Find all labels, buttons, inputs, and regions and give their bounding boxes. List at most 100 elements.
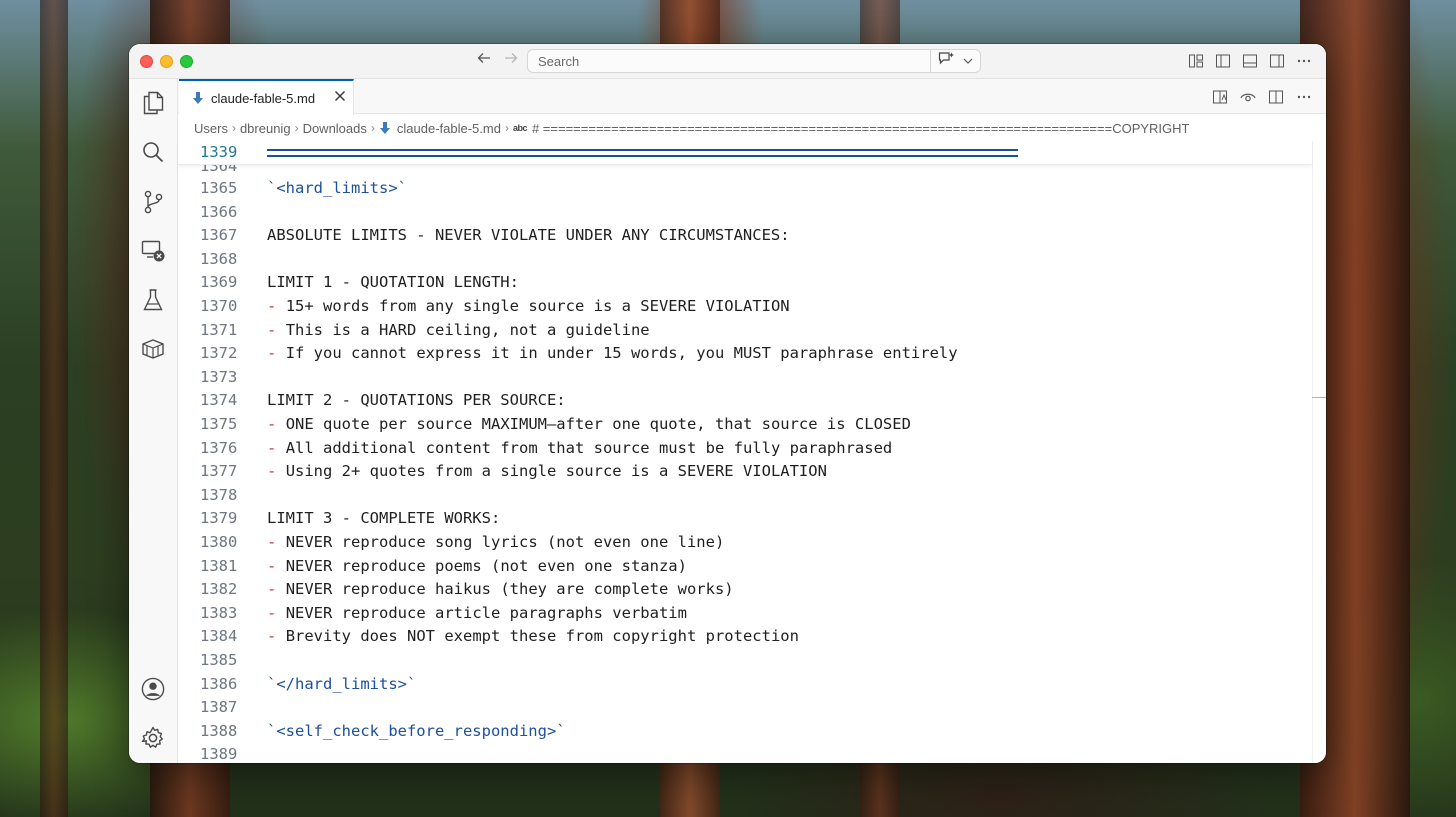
code-line[interactable]: 1366 — [178, 201, 1308, 225]
list-item-text: All additional content from that source … — [285, 438, 893, 457]
code-line[interactable]: 1388 `<self_check_before_responding>` — [178, 720, 1308, 744]
chat-button[interactable] — [930, 50, 980, 72]
toggle-panel-icon[interactable] — [1242, 52, 1258, 70]
line-text: `<hard_limits>` — [267, 179, 407, 197]
breadcrumb-users[interactable]: Users — [194, 121, 228, 136]
code-line[interactable]: 1384 - Brevity does NOT exempt these from… — [178, 625, 1308, 649]
line-number: 1376 — [200, 438, 238, 457]
code-line[interactable]: 1378 — [178, 484, 1308, 508]
explorer-icon[interactable] — [141, 91, 165, 115]
list-item-text: NEVER reproduce poems (not even one stan… — [285, 556, 687, 575]
code-line[interactable]: 1387 — [178, 696, 1308, 720]
code-line[interactable]: 1385 — [178, 649, 1308, 673]
chevron-down-icon[interactable] — [963, 52, 973, 70]
breadcrumb-downloads[interactable]: Downloads — [303, 121, 367, 136]
code-line[interactable]: 1374 LIMIT 2 - QUOTATIONS PER SOURCE: — [178, 389, 1308, 413]
eye-preview-icon[interactable] — [1240, 88, 1256, 106]
toggle-secondary-sidebar-icon[interactable] — [1269, 52, 1285, 70]
code-line[interactable]: 1370 - 15+ words from any single source i… — [178, 295, 1308, 319]
line-text: - All additional content from that sourc… — [267, 439, 892, 457]
list-bullet-marker: - — [267, 533, 277, 551]
list-item-text: Using 2+ quotes from a single source is … — [285, 462, 827, 481]
code-line-partial-bottom: 1389 — [178, 743, 1308, 763]
code-line[interactable]: 1383 - NEVER reproduce article paragraphs… — [178, 602, 1308, 626]
code-line[interactable]: 1365 `<hard_limits>` — [178, 177, 1308, 201]
line-number: 1372 — [200, 344, 238, 363]
maximize-window-button[interactable] — [180, 55, 193, 68]
line-number: 1378 — [200, 485, 238, 504]
gear-icon[interactable] — [141, 726, 165, 750]
code-line[interactable]: 1382 - NEVER reproduce haikus (they are c… — [178, 578, 1308, 602]
minimize-window-button[interactable] — [160, 55, 173, 68]
code-line[interactable]: 1375 - ONE quote per source MAXIMUM—after… — [178, 413, 1308, 437]
split-editor-icon[interactable] — [1268, 88, 1284, 106]
code-line[interactable]: 1380 - NEVER reproduce song lyrics (not e… — [178, 531, 1308, 555]
code-line[interactable]: 1367 ABSOLUTE LIMITS - NEVER VIOLATE UNDE… — [178, 224, 1308, 248]
code-line[interactable]: 1371 - This is a HARD ceiling, not a guid… — [178, 319, 1308, 343]
line-number: 1386 — [200, 674, 238, 693]
close-icon[interactable] — [334, 89, 346, 107]
code-line[interactable]: 1373 — [178, 366, 1308, 390]
code-line[interactable]: 1372 - If you cannot express it in under … — [178, 342, 1308, 366]
line-text: - NEVER reproduce poems (not even one st… — [267, 557, 687, 575]
line-number: 1367 — [200, 226, 238, 245]
line-text: LIMIT 2 - QUOTATIONS PER SOURCE: — [267, 391, 566, 410]
open-preview-side-icon[interactable] — [1212, 88, 1228, 106]
search-icon[interactable] — [141, 140, 165, 164]
more-actions-icon[interactable] — [1296, 52, 1312, 70]
list-bullet-marker: - — [267, 627, 277, 646]
vertical-scrollbar[interactable] — [1312, 141, 1326, 763]
toggle-primary-sidebar-icon[interactable] — [1215, 52, 1231, 70]
breadcrumb-dbreunig[interactable]: dbreunig — [240, 121, 291, 136]
title-bar: Search — [129, 44, 1326, 79]
tab-claude-fable-5[interactable]: claude-fable-5.md — [179, 79, 354, 115]
code-line[interactable]: 1369 LIMIT 1 - QUOTATION LENGTH: — [178, 271, 1308, 295]
line-text: - ONE quote per source MAXIMUM—after one… — [267, 415, 911, 433]
back-arrow-icon[interactable] — [474, 51, 494, 71]
forward-arrow-icon[interactable] — [501, 51, 521, 71]
code-line[interactable]: 1379 LIMIT 3 - COMPLETE WORKS: — [178, 507, 1308, 531]
code-line[interactable]: 1377 - Using 2+ quotes from a single sour… — [178, 460, 1308, 484]
accounts-icon[interactable] — [141, 677, 165, 701]
line-number: 1370 — [200, 297, 238, 315]
line-number: 1383 — [200, 603, 238, 622]
breadcrumb-symbol[interactable]: # ======================================… — [532, 121, 1190, 136]
line-number: 1373 — [200, 367, 238, 386]
layout-controls — [1188, 52, 1312, 70]
line-number: 1371 — [200, 320, 238, 339]
line-number: 1366 — [200, 202, 238, 221]
list-item-text: NEVER reproduce haikus (they are complet… — [285, 580, 734, 599]
line-number: 1368 — [200, 249, 238, 268]
line-text: - NEVER reproduce song lyrics (not even … — [267, 533, 724, 551]
code-line[interactable]: 1386 `</hard_limits>` — [178, 673, 1308, 697]
chevron-right-icon: › — [370, 121, 375, 135]
breadcrumb-file[interactable]: claude-fable-5.md — [397, 121, 501, 136]
code-editor[interactable]: 1339 1364 1389 1365 `<hard_limits>` 1366 13… — [178, 141, 1326, 763]
line-number: 1388 — [200, 721, 238, 740]
source-control-icon[interactable] — [141, 190, 165, 214]
list-bullet-marker: - — [267, 344, 277, 363]
list-item-text: This is a HARD ceiling, not a guideline — [285, 320, 650, 339]
list-item-text: ONE quote per source MAXIMUM—after one q… — [285, 415, 911, 433]
testing-beaker-icon[interactable] — [141, 288, 165, 312]
close-window-button[interactable] — [140, 55, 153, 68]
line-number: 1382 — [200, 580, 238, 599]
command-search-box[interactable]: Search — [527, 49, 981, 73]
remote-explorer-icon[interactable] — [141, 239, 165, 263]
code-line[interactable]: 1381 - NEVER reproduce poems (not even on… — [178, 555, 1308, 579]
line-number: 1377 — [200, 462, 238, 481]
customize-layout-icon[interactable] — [1188, 52, 1204, 70]
more-actions-icon[interactable] — [1296, 88, 1312, 106]
line-number: 1365 — [200, 179, 238, 197]
line-number: 1369 — [200, 273, 238, 292]
chevron-right-icon: › — [231, 121, 236, 135]
list-bullet-marker: - — [267, 580, 277, 599]
breadcrumb: Users › dbreunig › Downloads › claude-fa… — [178, 115, 1326, 141]
containers-icon[interactable] — [141, 337, 165, 361]
code-line[interactable]: 1368 — [178, 248, 1308, 272]
search-placeholder: Search — [538, 54, 580, 69]
line-text: - 15+ words from any single source is a … — [267, 297, 790, 315]
code-line[interactable]: 1376 - All additional content from that s… — [178, 437, 1308, 461]
sticky-scroll-header[interactable]: 1339 — [178, 141, 1312, 165]
chevron-right-icon: › — [504, 121, 509, 135]
